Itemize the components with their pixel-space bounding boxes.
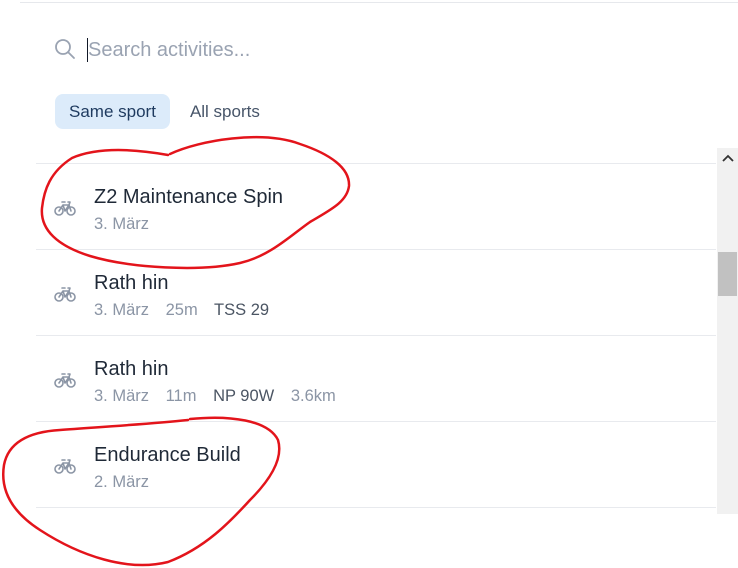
activity-tss: TSS 29: [214, 301, 270, 319]
activity-np: NP 90W: [213, 387, 275, 405]
activity-date: 3. März: [94, 301, 150, 319]
activity-date: 3. März: [94, 215, 150, 233]
activity-row[interactable]: Rath hin 3. März 25m TSS 29: [36, 249, 716, 335]
bicycle-icon: [54, 458, 76, 474]
activity-meta: 3. März: [94, 215, 161, 234]
filter-all-sports-button[interactable]: All sports: [182, 94, 268, 129]
activity-row[interactable]: Z2 Maintenance Spin 3. März: [36, 163, 716, 249]
scroll-up-button[interactable]: [717, 148, 738, 168]
bicycle-icon: [54, 200, 76, 216]
search-bar: [54, 34, 694, 66]
search-icon: [54, 38, 76, 60]
filter-same-sport-button[interactable]: Same sport: [55, 94, 170, 129]
activity-date: 3. März: [94, 387, 150, 405]
bicycle-icon: [54, 372, 76, 388]
activity-duration: 11m: [165, 387, 197, 405]
activity-row[interactable]: Endurance Build 2. März: [36, 421, 716, 508]
top-divider: [20, 0, 738, 3]
search-input[interactable]: [88, 36, 648, 64]
activity-title: Z2 Maintenance Spin: [94, 186, 284, 208]
activity-title: Rath hin: [94, 272, 169, 294]
activity-picker: Same sport All sports Z2 Maintenance Spi…: [0, 0, 738, 568]
scroll-thumb[interactable]: [718, 252, 737, 296]
activity-date: 2. März: [94, 473, 150, 491]
bicycle-icon: [54, 286, 76, 302]
activity-meta: 3. März 11m NP 90W 3.6km: [94, 387, 348, 406]
sport-filter: Same sport All sports: [55, 94, 268, 129]
activity-distance: 3.6km: [290, 387, 336, 405]
activity-title: Endurance Build: [94, 444, 241, 466]
activity-row[interactable]: Rath hin 3. März 11m NP 90W 3.6km: [36, 335, 716, 421]
list-scrollbar[interactable]: [717, 148, 738, 514]
activity-meta: 2. März: [94, 473, 161, 492]
activity-duration: 25m: [165, 301, 198, 319]
activity-list: Z2 Maintenance Spin 3. März Rath hin 3. …: [36, 163, 716, 508]
activity-meta: 3. März 25m TSS 29: [94, 301, 281, 320]
chevron-up-icon: [721, 154, 734, 162]
activity-title: Rath hin: [94, 358, 169, 380]
